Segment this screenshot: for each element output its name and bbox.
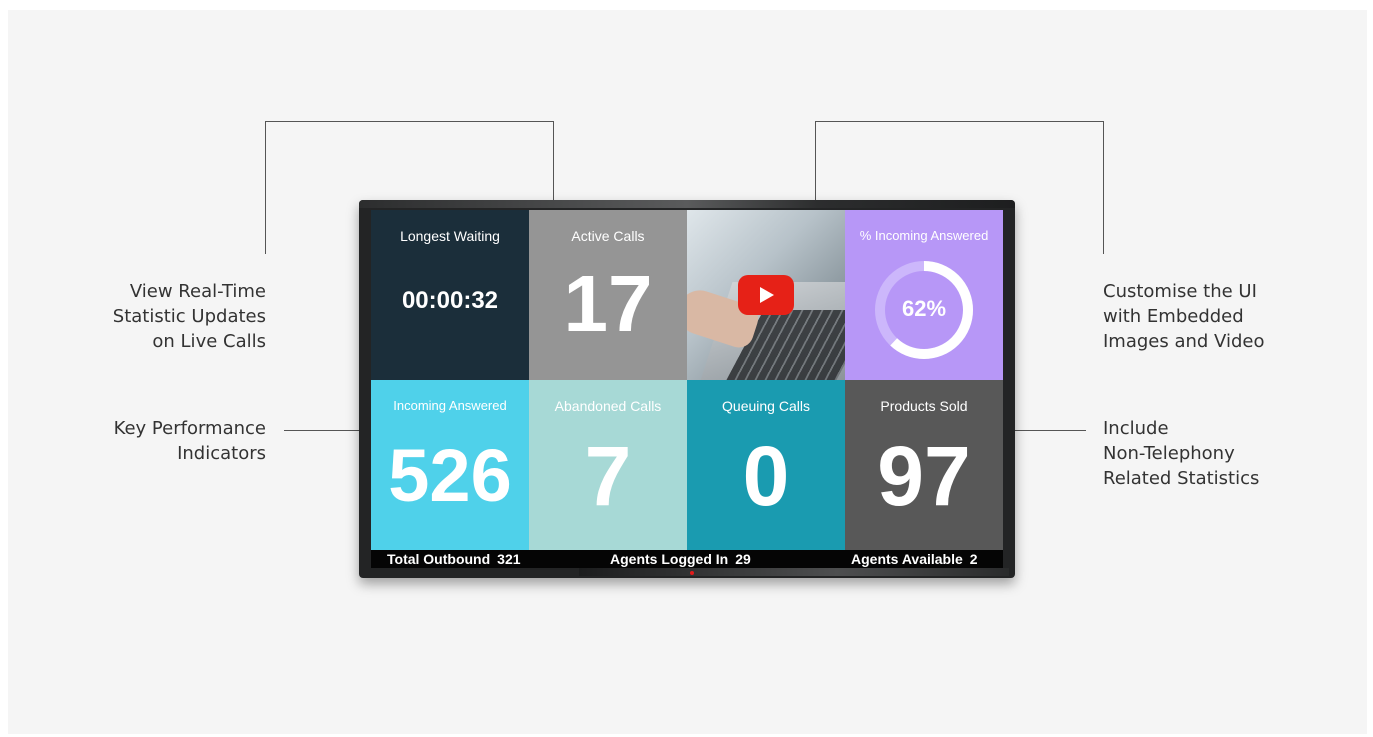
connector-realtime-horizontal <box>265 121 554 122</box>
tile-longest-waiting: Longest Waiting 00:00:32 <box>371 210 529 380</box>
status-agents-logged-in-value: 29 <box>735 551 751 567</box>
tile-abandoned-calls-value: 7 <box>584 429 632 523</box>
status-agents-available: Agents Available 2 <box>851 551 978 567</box>
tile-incoming-answered-percent-label: % Incoming Answered <box>859 228 989 243</box>
status-total-outbound: Total Outbound 321 <box>387 551 521 567</box>
tile-incoming-answered-label: Incoming Answered <box>393 398 507 413</box>
tile-active-calls: Active Calls 17 <box>529 210 687 380</box>
callout-nontelephony-line2: Non-Telephony <box>1103 443 1235 464</box>
tile-embedded-video[interactable] <box>687 210 845 380</box>
tile-incoming-answered: Incoming Answered 526 <box>371 380 529 550</box>
tile-products-sold: Products Sold 97 <box>845 380 1003 550</box>
tile-incoming-answered-percent: % Incoming Answered 62% <box>845 210 1003 380</box>
callout-realtime-line3: on Live Calls <box>152 331 266 352</box>
tile-abandoned-calls: Abandoned Calls 7 <box>529 380 687 550</box>
power-led-icon <box>690 571 694 575</box>
callout-nontelephony-line1: Include <box>1103 418 1169 439</box>
callout-customise-line2: with Embedded <box>1103 306 1244 327</box>
callout-kpi-line1: Key Performance <box>113 418 266 439</box>
connector-realtime-vertical-left <box>265 121 266 254</box>
status-agents-available-label: Agents Available <box>851 551 963 567</box>
status-agents-logged-in-label: Agents Logged In <box>610 551 729 567</box>
monitor-bezel-highlight <box>359 200 1015 208</box>
tile-queuing-calls-label: Queuing Calls <box>722 398 810 414</box>
tile-incoming-answered-value: 526 <box>388 434 512 517</box>
callout-kpi: Key Performance Indicators <box>64 416 266 466</box>
status-total-outbound-value: 321 <box>497 551 521 567</box>
status-total-outbound-label: Total Outbound <box>387 551 491 567</box>
status-bar: Total Outbound 321 Agents Logged In 29 Age… <box>371 550 1003 568</box>
percent-ring: 62% <box>872 258 976 362</box>
monitor-bezel-bottom-highlight <box>579 568 1009 576</box>
tile-active-calls-value: 17 <box>563 259 653 348</box>
status-agents-available-value: 2 <box>969 551 978 567</box>
callout-customise-line3: Images and Video <box>1103 331 1265 352</box>
callout-realtime-line1: View Real-Time <box>129 281 266 302</box>
tile-products-sold-value: 97 <box>877 429 971 523</box>
tile-queuing-calls-value: 0 <box>742 429 790 523</box>
callout-customise-line1: Customise the UI <box>1103 281 1257 302</box>
callout-kpi-line2: Indicators <box>177 443 266 464</box>
dashboard-screen: Longest Waiting 00:00:32 Active Calls 17… <box>371 210 1003 568</box>
tile-abandoned-calls-label: Abandoned Calls <box>554 398 662 414</box>
callout-customise: Customise the UI with Embedded Images an… <box>1103 279 1323 354</box>
tile-queuing-calls: Queuing Calls 0 <box>687 380 845 550</box>
callout-nontelephony-line3: Related Statistics <box>1103 468 1260 489</box>
connector-customise-vertical-right <box>1103 121 1104 254</box>
callout-nontelephony: Include Non-Telephony Related Statistics <box>1103 416 1323 491</box>
tile-longest-waiting-value: 00:00:32 <box>401 287 499 314</box>
callout-realtime-line2: Statistic Updates <box>112 306 266 327</box>
callout-realtime: View Real-Time Statistic Updates on Live… <box>64 279 266 354</box>
tile-products-sold-label: Products Sold <box>880 398 968 414</box>
percent-ring-value: 62% <box>901 296 947 321</box>
play-icon <box>760 287 774 303</box>
connector-customise-horizontal <box>815 121 1104 122</box>
tile-active-calls-label: Active Calls <box>571 228 645 244</box>
status-agents-logged-in: Agents Logged In 29 <box>610 551 751 567</box>
play-button[interactable] <box>738 275 794 315</box>
dashboard-monitor: Longest Waiting 00:00:32 Active Calls 17… <box>359 200 1015 578</box>
tile-longest-waiting-label: Longest Waiting <box>400 228 500 244</box>
